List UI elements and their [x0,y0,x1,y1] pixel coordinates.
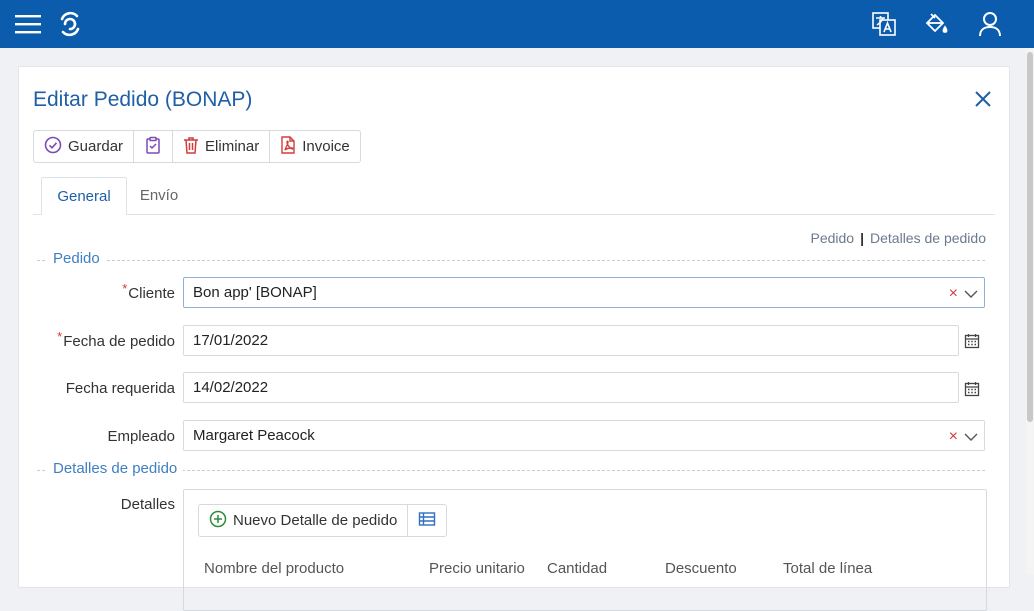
required-mark: * [57,329,63,344]
column-header-discount[interactable]: Descuento [665,560,737,577]
hamburger-icon[interactable] [14,0,42,48]
column-header-line-total[interactable]: Total de línea [783,560,872,577]
edit-order-panel: Editar Pedido (BONAP) Guardar Eliminar I… [18,66,1010,611]
calendar-icon[interactable] [964,333,980,349]
translate-icon[interactable] [870,0,898,48]
link-separator: | [860,230,865,246]
form-tabs: General Envío [33,177,995,215]
column-header-quantity[interactable]: Cantidad [547,560,607,577]
user-icon[interactable] [976,0,1004,48]
paint-bucket-icon[interactable] [922,0,950,48]
details-label: Detalles [120,496,175,513]
check-circle-icon [44,136,62,158]
close-icon[interactable] [973,89,993,109]
grid-toolbar: Nuevo Detalle de pedido [198,504,448,537]
tab-general[interactable]: General [41,177,127,215]
new-detail-button[interactable]: Nuevo Detalle de pedido [199,505,409,536]
customer-value: Bon app' [BONAP] [193,284,317,301]
save-button[interactable]: Guardar [34,131,135,162]
section-pedido-label: Pedido [47,250,106,267]
clipboard-button[interactable] [134,131,174,162]
order-date-value: 17/01/2022 [193,332,269,349]
save-label: Guardar [68,138,124,155]
clear-icon[interactable]: × [949,285,958,303]
quick-links: Pedido | Detalles de pedido [811,230,987,246]
required-date-value: 14/02/2022 [193,379,269,396]
delete-label: Eliminar [205,138,260,155]
employee-combobox[interactable]: Margaret Peacock × [183,420,985,451]
clipboard-check-icon [144,136,162,158]
invoice-button[interactable]: Invoice [270,131,360,162]
clear-icon[interactable]: × [949,428,958,446]
pdf-icon [280,135,296,158]
column-header-product[interactable]: Nombre del producto [204,560,344,577]
scrollbar-thumb[interactable] [1027,52,1033,422]
customer-combobox[interactable]: Bon app' [BONAP] × [183,277,985,308]
section-detalles: Detalles de pedido [37,460,985,480]
page-title: Editar Pedido (BONAP) [33,88,253,111]
calendar-icon[interactable] [964,381,980,397]
column-list-icon [418,511,436,531]
section-pedido: Pedido [37,250,985,270]
order-details-grid: Nuevo Detalle de pedido Nombre del produ… [183,489,987,611]
link-detalles[interactable]: Detalles de pedido [870,230,986,246]
swirl-logo-icon[interactable] [55,0,85,48]
tab-envio[interactable]: Envío [129,177,189,213]
column-picker-button[interactable] [408,505,446,536]
order-date-input[interactable]: 17/01/2022 [183,325,959,356]
required-date-input[interactable]: 14/02/2022 [183,372,959,403]
required-mark: * [122,281,128,296]
link-pedido[interactable]: Pedido [811,230,855,246]
form-toolbar: Guardar Eliminar Invoice [33,130,361,163]
chevron-down-icon[interactable] [964,429,978,446]
order-date-label: *Fecha de pedido [57,329,175,350]
chevron-down-icon[interactable] [964,286,978,303]
new-detail-label: Nuevo Detalle de pedido [233,512,398,529]
required-date-label: Fecha requerida [65,380,175,397]
section-detalles-label: Detalles de pedido [47,460,184,477]
trash-icon [183,136,199,158]
column-header-unit-price[interactable]: Precio unitario [429,560,525,577]
invoice-label: Invoice [302,138,350,155]
delete-button[interactable]: Eliminar [173,131,271,162]
employee-value: Margaret Peacock [193,427,315,444]
employee-label: Empleado [107,428,175,445]
top-bar [0,0,1034,48]
customer-label: *Cliente [122,281,175,302]
plus-circle-icon [209,510,227,532]
